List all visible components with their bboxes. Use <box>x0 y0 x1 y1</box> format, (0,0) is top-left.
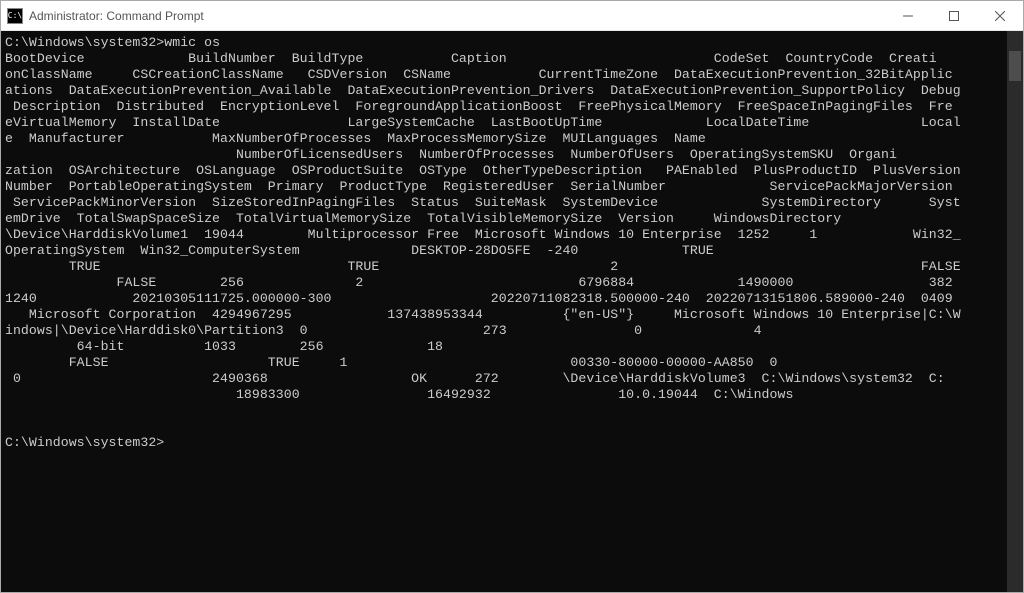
output-headers: e Manufacturer MaxNumberOfProcesses MaxP… <box>5 131 706 146</box>
output-headers: NumberOfLicensedUsers NumberOfProcesses … <box>5 147 897 162</box>
output-headers: emDrive TotalSwapSpaceSize TotalVirtualM… <box>5 211 841 226</box>
output-headers: ServicePackMinorVersion SizeStoredInPagi… <box>5 195 961 210</box>
minimize-button[interactable] <box>885 1 931 31</box>
prompt-path: C:\Windows\system32> <box>5 35 164 50</box>
output-headers: ations DataExecutionPrevention_Available… <box>5 83 961 98</box>
output-headers: Number PortableOperatingSystem Primary P… <box>5 179 961 194</box>
app-icon: C:\ <box>7 8 23 24</box>
output-data: indows|\Device\Harddisk0\Partition3 0 27… <box>5 323 762 338</box>
output-data: FALSE 256 2 6796884 1490000 382 <box>5 275 953 290</box>
close-button[interactable] <box>977 1 1023 31</box>
output-headers: eVirtualMemory InstallDate LargeSystemCa… <box>5 115 961 130</box>
output-data: OperatingSystem Win32_ComputerSystem DES… <box>5 243 714 258</box>
output-headers: Description Distributed EncryptionLevel … <box>5 99 953 114</box>
output-data: Microsoft Corporation 4294967295 1374389… <box>5 307 961 322</box>
output-data: TRUE TRUE 2 FALSE <box>5 259 961 274</box>
output-headers: onClassName CSCreationClassName CSDVersi… <box>5 67 953 82</box>
window-title: Administrator: Command Prompt <box>29 9 885 23</box>
output-data: 0 2490368 OK 272 \Device\HarddiskVolume3… <box>5 371 945 386</box>
output-data: 1240 20210305111725.000000-300 202207110… <box>5 291 961 306</box>
console-area: C:\Windows\system32>wmic os BootDevice B… <box>1 31 1023 592</box>
output-headers: BootDevice BuildNumber BuildType Caption… <box>5 51 937 66</box>
vertical-scrollbar[interactable] <box>1007 31 1023 592</box>
output-data: 18983300 16492932 10.0.19044 C:\Windows <box>5 387 793 402</box>
output-data: \Device\HarddiskVolume1 19044 Multiproce… <box>5 227 961 242</box>
window-controls <box>885 1 1023 31</box>
titlebar: C:\ Administrator: Command Prompt <box>1 1 1023 31</box>
prompt-line: C:\Windows\system32> <box>5 435 164 450</box>
output-data: FALSE TRUE 1 00330-80000-00000-AA850 0 <box>5 355 778 370</box>
command-prompt-window: C:\ Administrator: Command Prompt C:\Win… <box>0 0 1024 593</box>
command-text: wmic os <box>164 35 220 50</box>
output-data: 64-bit 1033 256 18 <box>5 339 443 354</box>
scrollbar-thumb[interactable] <box>1009 51 1021 81</box>
prompt-line: C:\Windows\system32>wmic os <box>5 35 220 50</box>
output-headers: zation OSArchitecture OSLanguage OSProdu… <box>5 163 961 178</box>
console-output[interactable]: C:\Windows\system32>wmic os BootDevice B… <box>1 31 1007 592</box>
maximize-button[interactable] <box>931 1 977 31</box>
